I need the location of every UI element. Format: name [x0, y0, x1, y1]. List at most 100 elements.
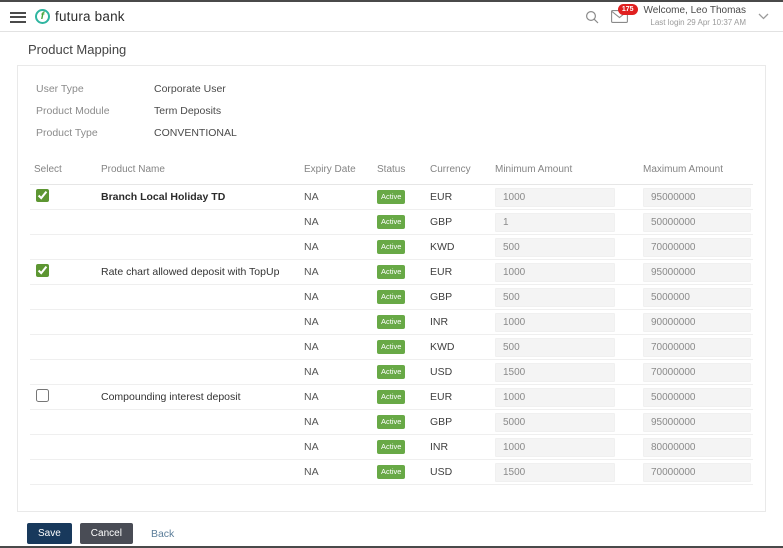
- minimum-amount-input[interactable]: [495, 412, 615, 432]
- minimum-amount-input[interactable]: [495, 212, 615, 232]
- product-mapping-table: Select Product Name Expiry Date Status C…: [30, 158, 753, 485]
- expiry-date: NA: [300, 234, 373, 260]
- column-header-product-name: Product Name: [97, 158, 300, 185]
- table-row: Compounding interest deposit NA Active E…: [30, 384, 753, 410]
- save-button[interactable]: Save: [27, 523, 72, 544]
- row-select-checkbox[interactable]: [36, 264, 49, 277]
- status-badge: Active: [377, 415, 406, 429]
- maximum-amount-input[interactable]: [643, 412, 751, 432]
- product-type-row: Product Type CONVENTIONAL: [30, 122, 753, 144]
- column-header-currency: Currency: [426, 158, 491, 185]
- product-name: Branch Local Holiday TD: [101, 191, 226, 203]
- table-row: NA Active GBP: [30, 209, 753, 235]
- maximum-amount-input[interactable]: [643, 462, 751, 482]
- product-name: Compounding interest deposit: [101, 391, 241, 403]
- maximum-amount-input[interactable]: [643, 187, 751, 207]
- expiry-date: NA: [300, 209, 373, 235]
- column-header-expiry-date: Expiry Date: [300, 158, 373, 185]
- currency: EUR: [426, 184, 491, 210]
- user-type-value: Corporate User: [154, 83, 226, 95]
- minimum-amount-input[interactable]: [495, 262, 615, 282]
- footer-actions: Save Cancel Back: [27, 523, 783, 544]
- minimum-amount-input[interactable]: [495, 462, 615, 482]
- row-select-checkbox[interactable]: [36, 189, 49, 202]
- maximum-amount-input[interactable]: [643, 287, 751, 307]
- table-row: Branch Local Holiday TD NA Active EUR: [30, 184, 753, 210]
- product-type-label: Product Type: [36, 127, 98, 139]
- currency: INR: [426, 434, 491, 460]
- currency: INR: [426, 309, 491, 335]
- maximum-amount-input[interactable]: [643, 237, 751, 257]
- status-badge: Active: [377, 315, 406, 329]
- column-header-select: Select: [30, 158, 97, 185]
- expiry-date: NA: [300, 284, 373, 310]
- product-module-value: Term Deposits: [154, 105, 222, 117]
- status-badge: Active: [377, 365, 406, 379]
- minimum-amount-input[interactable]: [495, 387, 615, 407]
- column-header-minimum-amount: Minimum Amount: [491, 158, 639, 185]
- currency: GBP: [426, 284, 491, 310]
- status-badge: Active: [377, 390, 406, 404]
- expiry-date: NA: [300, 409, 373, 435]
- brand-logo[interactable]: f futura bank: [35, 9, 125, 24]
- status-badge: Active: [377, 290, 406, 304]
- currency: USD: [426, 459, 491, 485]
- product-name: Rate chart allowed deposit with TopUp: [101, 266, 280, 278]
- status-badge: Active: [377, 240, 406, 254]
- currency: KWD: [426, 234, 491, 260]
- content-panel: User Type Corporate User Product Module …: [17, 65, 766, 512]
- expiry-date: NA: [300, 259, 373, 285]
- table-row: NA Active USD: [30, 359, 753, 385]
- currency: GBP: [426, 209, 491, 235]
- maximum-amount-input[interactable]: [643, 337, 751, 357]
- status-badge: Active: [377, 340, 406, 354]
- user-type-row: User Type Corporate User: [30, 78, 753, 100]
- status-badge: Active: [377, 215, 406, 229]
- minimum-amount-input[interactable]: [495, 237, 615, 257]
- currency: KWD: [426, 334, 491, 360]
- expiry-date: NA: [300, 459, 373, 485]
- hamburger-menu-icon[interactable]: [10, 9, 26, 25]
- product-module-row: Product Module Term Deposits: [30, 100, 753, 122]
- minimum-amount-input[interactable]: [495, 187, 615, 207]
- maximum-amount-input[interactable]: [643, 362, 751, 382]
- minimum-amount-input[interactable]: [495, 337, 615, 357]
- last-login-text: Last login 29 Apr 10:37 AM: [650, 17, 746, 27]
- mail-icon[interactable]: 175: [610, 4, 638, 23]
- expiry-date: NA: [300, 434, 373, 460]
- brand-icon: f: [35, 9, 50, 24]
- minimum-amount-input[interactable]: [495, 362, 615, 382]
- row-select-checkbox[interactable]: [36, 389, 49, 402]
- table-row: NA Active KWD: [30, 334, 753, 360]
- table-row: NA Active GBP: [30, 284, 753, 310]
- currency: EUR: [426, 259, 491, 285]
- maximum-amount-input[interactable]: [643, 387, 751, 407]
- status-badge: Active: [377, 190, 406, 204]
- table-row: NA Active GBP: [30, 409, 753, 435]
- status-badge: Active: [377, 440, 406, 454]
- minimum-amount-input[interactable]: [495, 312, 615, 332]
- table-row: NA Active INR: [30, 434, 753, 460]
- maximum-amount-input[interactable]: [643, 312, 751, 332]
- back-link[interactable]: Back: [151, 528, 174, 540]
- expiry-date: NA: [300, 359, 373, 385]
- status-badge: Active: [377, 265, 406, 279]
- cancel-button[interactable]: Cancel: [79, 523, 133, 544]
- maximum-amount-input[interactable]: [643, 437, 751, 457]
- currency: EUR: [426, 384, 491, 410]
- column-header-maximum-amount: Maximum Amount: [639, 158, 753, 185]
- product-module-label: Product Module: [36, 105, 110, 117]
- user-menu[interactable]: Welcome, Leo Thomas Last login 29 Apr 10…: [644, 5, 746, 28]
- search-icon[interactable]: [585, 10, 599, 24]
- minimum-amount-input[interactable]: [495, 437, 615, 457]
- welcome-text: Welcome, Leo Thomas: [643, 5, 746, 17]
- maximum-amount-input[interactable]: [643, 262, 751, 282]
- chevron-down-icon[interactable]: [758, 13, 769, 20]
- app-window: f futura bank 175 Welcome, Leo Thomas La…: [0, 0, 783, 548]
- brand-name: futura bank: [55, 9, 125, 24]
- maximum-amount-input[interactable]: [643, 212, 751, 232]
- status-badge: Active: [377, 465, 406, 479]
- minimum-amount-input[interactable]: [495, 287, 615, 307]
- expiry-date: NA: [300, 184, 373, 210]
- table-row: NA Active INR: [30, 309, 753, 335]
